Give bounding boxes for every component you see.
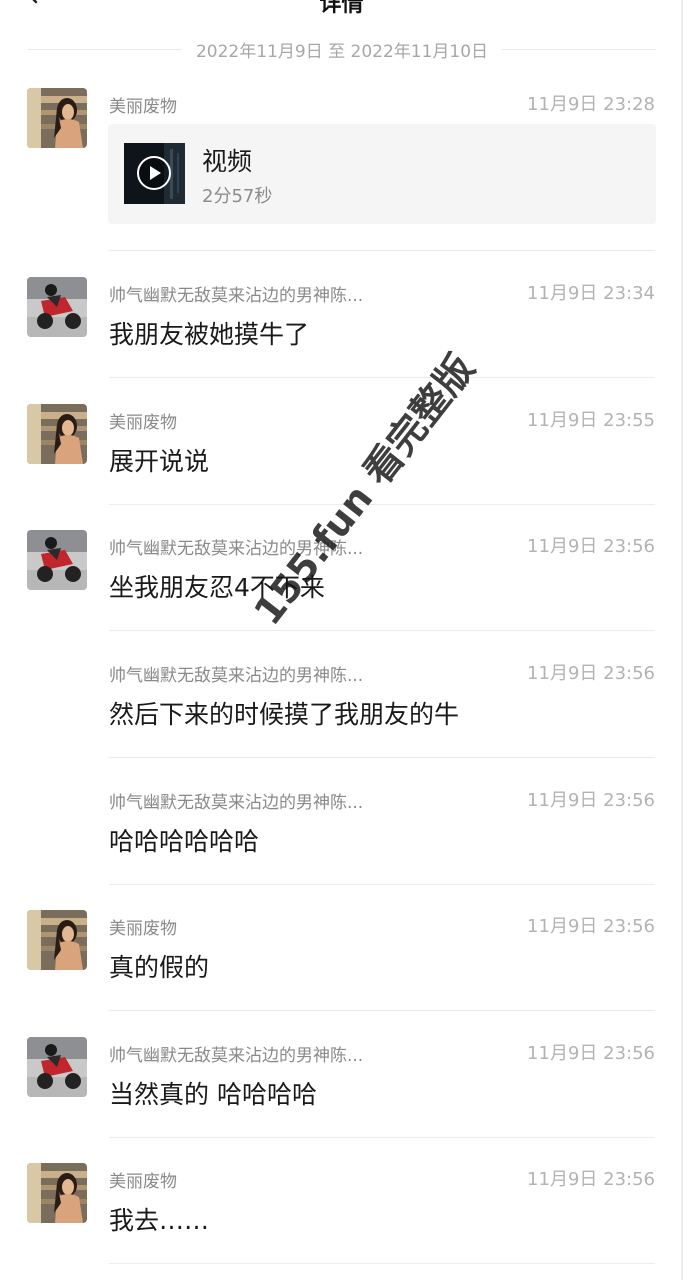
- motorcycle-photo-avatar-icon: [27, 277, 87, 337]
- list-item: 帅气幽默无敌莫来沾边的男神陈... 11月9日 23:56 哈哈哈哈哈哈: [0, 784, 683, 885]
- avatar[interactable]: [27, 530, 87, 590]
- message-text: 当然真的 哈哈哈哈: [109, 1080, 317, 1109]
- video-duration: 2分57秒: [202, 186, 273, 207]
- sender-name: 帅气幽默无敌莫来沾边的男神陈...: [109, 286, 364, 306]
- motorcycle-photo-avatar-icon: [27, 530, 87, 590]
- message-time: 11月9日 23:55: [527, 410, 655, 431]
- message-time: 11月9日 23:56: [527, 1043, 655, 1064]
- female-photo-avatar-icon: [27, 910, 87, 970]
- message-time: 11月9日 23:34: [527, 283, 655, 304]
- play-icon: [137, 156, 171, 190]
- divider-line-right: [502, 48, 657, 50]
- message-time: 11月9日 23:56: [527, 790, 655, 811]
- list-item: 美丽废物 11月9日 23:56 真的假的: [0, 910, 683, 1011]
- avatar[interactable]: [27, 404, 87, 464]
- avatar[interactable]: [27, 88, 87, 148]
- date-range-label: 2022年11月9日 至 2022年11月10日: [195, 41, 489, 62]
- message-text: 然后下来的时候摸了我朋友的牛: [109, 700, 460, 729]
- date-range-divider: 2022年11月9日 至 2022年11月10日: [28, 34, 657, 64]
- list-item: 美丽废物 11月9日 23:28 视频 2分57秒: [0, 88, 683, 251]
- sender-name: 帅气幽默无敌莫来沾边的男神陈...: [109, 539, 364, 559]
- message-text: 哈哈哈哈哈哈: [109, 827, 260, 856]
- message-separator: [109, 377, 655, 378]
- message-separator: [109, 250, 655, 251]
- female-photo-avatar-icon: [27, 1163, 87, 1223]
- female-photo-avatar-icon: [27, 88, 87, 148]
- sender-name: 帅气幽默无敌莫来沾边的男神陈...: [109, 666, 364, 686]
- avatar[interactable]: [27, 910, 87, 970]
- video-card[interactable]: 视频 2分57秒: [108, 124, 656, 224]
- message-time: 11月9日 23:28: [527, 94, 655, 115]
- sender-name: 帅气幽默无敌莫来沾边的男神陈...: [109, 793, 364, 813]
- sender-name: 美丽废物: [109, 919, 177, 939]
- message-time: 11月9日 23:56: [527, 663, 655, 684]
- avatar[interactable]: [27, 1037, 87, 1097]
- avatar[interactable]: [27, 277, 87, 337]
- list-item: 美丽废物 11月9日 23:56 我去……: [0, 1163, 683, 1264]
- message-text: 真的假的: [109, 953, 210, 982]
- message-time: 11月9日 23:56: [527, 536, 655, 557]
- sender-name: 美丽废物: [109, 97, 177, 117]
- motorcycle-photo-avatar-icon: [27, 1037, 87, 1097]
- message-separator: [109, 630, 655, 631]
- message-separator: [109, 1010, 655, 1011]
- message-time: 11月9日 23:56: [527, 916, 655, 937]
- message-separator: [109, 757, 655, 758]
- top-bar: 详情: [0, 0, 683, 22]
- sender-name: 美丽废物: [109, 1172, 177, 1192]
- message-text: 我朋友被她摸牛了: [109, 320, 310, 349]
- list-item: 帅气幽默无敌莫来沾边的男神陈... 11月9日 23:56 当然真的 哈哈哈哈: [0, 1037, 683, 1138]
- message-text: 展开说说: [109, 447, 210, 476]
- message-time: 11月9日 23:56: [527, 1169, 655, 1190]
- message-text: 我去……: [109, 1206, 210, 1235]
- sender-name: 帅气幽默无敌莫来沾边的男神陈...: [109, 1046, 364, 1066]
- video-thumbnail: [124, 143, 185, 204]
- video-title: 视频: [202, 147, 253, 176]
- message-separator: [109, 1137, 655, 1138]
- page-title: 详情: [319, 0, 364, 17]
- avatar[interactable]: [27, 1163, 87, 1223]
- list-item: 帅气幽默无敌莫来沾边的男神陈... 11月9日 23:34 我朋友被她摸牛了: [0, 277, 683, 378]
- list-item: 帅气幽默无敌莫来沾边的男神陈... 11月9日 23:56 然后下来的时候摸了我…: [0, 657, 683, 758]
- divider-line-left: [28, 48, 182, 50]
- message-separator: [109, 1263, 655, 1264]
- message-separator: [109, 884, 655, 885]
- female-photo-avatar-icon: [27, 404, 87, 464]
